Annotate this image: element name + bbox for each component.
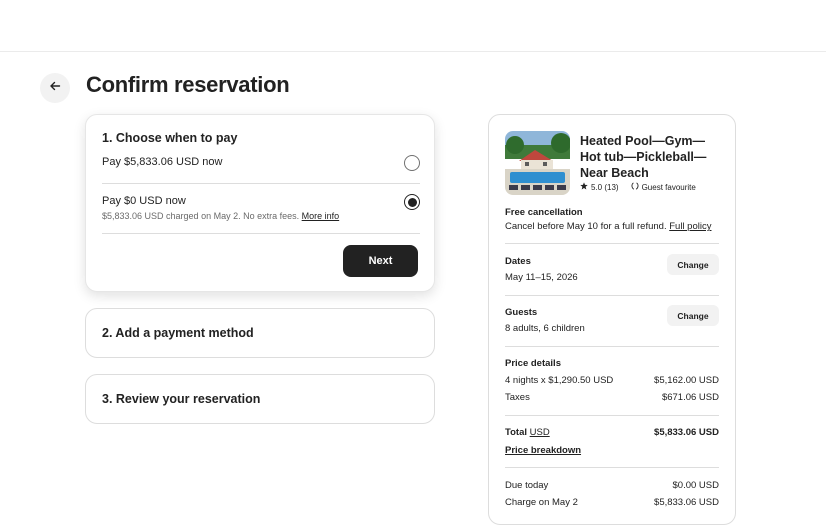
pay-now-option[interactable]: Pay $5,833.06 USD now	[102, 155, 420, 185]
price-breakdown-link[interactable]: Price breakdown	[505, 445, 581, 456]
cancellation-title: Free cancellation	[505, 207, 583, 218]
guest-favourite-badge: Guest favourite	[641, 182, 696, 192]
review-reservation-card[interactable]: 3. Review your reservation	[85, 374, 435, 424]
option-label: Pay $0 USD now	[102, 195, 186, 207]
nightly-line-amount: $5,162.00 USD	[654, 375, 719, 386]
divider	[505, 346, 719, 347]
divider	[505, 415, 719, 416]
divider	[505, 295, 719, 296]
cancellation-text-row: Cancel before May 10 for a full refund. …	[505, 221, 711, 232]
total-label: Total	[505, 427, 527, 438]
arrow-left-icon	[49, 79, 61, 97]
dates-value: May 11–15, 2026	[505, 272, 578, 283]
currency-link[interactable]: USD	[530, 427, 550, 438]
total-amount: $5,833.06 USD	[654, 427, 719, 438]
pay-later-option[interactable]: Pay $0 USD now $5,833.06 USD charged on …	[102, 194, 420, 234]
listing-photo[interactable]	[505, 131, 570, 195]
guests-value: 8 adults, 6 children	[505, 323, 585, 334]
back-button[interactable]	[40, 73, 70, 103]
cancellation-text: Cancel before May 10 for a full refund.	[505, 221, 667, 232]
price-details-title: Price details	[505, 358, 561, 369]
option-sub-text: $5,833.06 USD charged on May 2. No extra…	[102, 211, 339, 221]
choose-when-to-pay-card: 1. Choose when to pay Pay $5,833.06 USD …	[85, 114, 435, 292]
pay-later-radio[interactable]	[404, 194, 420, 210]
step-title: 2. Add a payment method	[102, 326, 254, 340]
change-dates-button[interactable]: Change	[667, 254, 719, 275]
add-payment-method-card[interactable]: 2. Add a payment method	[85, 308, 435, 358]
option-label: Pay $5,833.06 USD now	[102, 156, 223, 168]
star-icon	[580, 182, 588, 192]
charge-date-amount: $5,833.06 USD	[654, 497, 719, 508]
radio-selected-dot	[407, 197, 417, 207]
due-today-amount: $0.00 USD	[672, 480, 719, 491]
step-title: 3. Review your reservation	[102, 392, 261, 406]
laurel-icon	[631, 182, 639, 192]
change-guests-button[interactable]: Change	[667, 305, 719, 326]
total-label-row: Total USD	[505, 427, 550, 438]
taxes-label: Taxes	[505, 392, 530, 403]
taxes-amount: $671.06 USD	[661, 392, 719, 403]
full-policy-link[interactable]: Full policy	[669, 221, 711, 232]
rating-row: 5.0 (13) Guest favourite	[580, 182, 696, 192]
more-info-link[interactable]: More info	[302, 211, 340, 221]
page-title: Confirm reservation	[86, 72, 290, 97]
charge-note: $5,833.06 USD charged on May 2. No extra…	[102, 211, 300, 221]
next-button[interactable]: Next	[343, 245, 418, 277]
dates-label: Dates	[505, 256, 531, 267]
guests-label: Guests	[505, 307, 538, 318]
charge-date-label: Charge on May 2	[505, 497, 578, 508]
divider	[505, 467, 719, 468]
nightly-line-label: 4 nights x $1,290.50 USD	[505, 375, 614, 386]
divider	[505, 243, 719, 244]
reservation-summary-card: Heated Pool—Gym—Hot tub—Pickleball—Near …	[488, 114, 736, 525]
divider	[102, 233, 420, 234]
pay-now-radio[interactable]	[404, 155, 420, 171]
top-header-bar	[0, 0, 826, 52]
divider	[102, 183, 420, 184]
step-title: 1. Choose when to pay	[102, 131, 238, 145]
due-today-label: Due today	[505, 480, 549, 491]
rating-value: 5.0 (13)	[591, 182, 619, 192]
listing-title: Heated Pool—Gym—Hot tub—Pickleball—Near …	[580, 134, 707, 180]
